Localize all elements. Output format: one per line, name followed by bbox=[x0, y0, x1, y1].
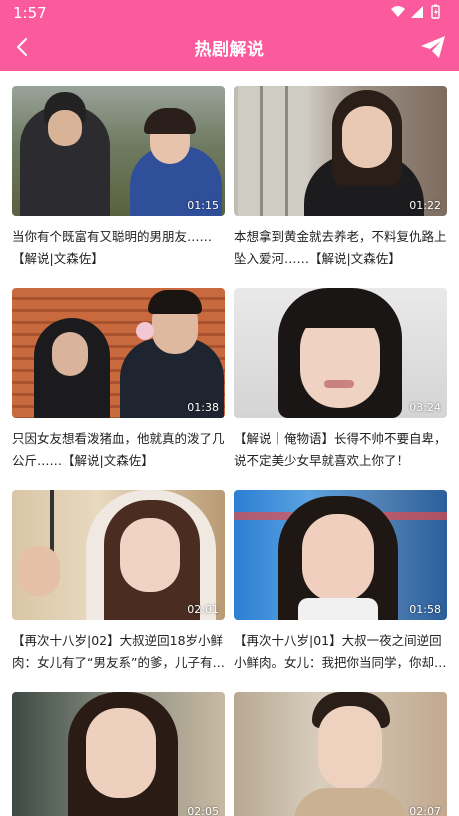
video-thumbnail[interactable]: 01:15 bbox=[12, 86, 225, 216]
video-title[interactable]: 本想拿到黄金就去养老，不料复仇路上坠入爱河……【解说|文森佐】 bbox=[234, 226, 447, 270]
video-card[interactable]: 03:24 【解说｜俺物语】长得不帅不要自卑，说不定美少女早就喜欢上你了！ bbox=[234, 288, 447, 472]
nav-bar: 热剧解说 bbox=[0, 24, 459, 71]
video-duration: 01:15 bbox=[187, 199, 219, 212]
video-title[interactable]: 【解说｜俺物语】长得不帅不要自卑，说不定美少女早就喜欢上你了！ bbox=[234, 428, 447, 472]
wifi-icon bbox=[391, 6, 405, 17]
video-title[interactable]: 【再次十八岁|01】大叔一夜之间逆回小鲜肉。女儿：我把你当同学，你却… bbox=[234, 630, 447, 674]
video-duration: 02:05 bbox=[187, 805, 219, 816]
status-bar: 1:57 bbox=[0, 0, 459, 24]
video-title[interactable]: 只因女友想看泼猪血，他就真的泼了几公斤……【解说|文森佐】 bbox=[12, 428, 225, 472]
video-thumbnail[interactable]: 02:01 bbox=[12, 490, 225, 620]
status-icons bbox=[391, 4, 440, 19]
video-thumbnail[interactable]: 01:38 bbox=[12, 288, 225, 418]
video-card[interactable]: 01:58 【再次十八岁|01】大叔一夜之间逆回小鲜肉。女儿：我把你当同学，你却… bbox=[234, 490, 447, 674]
signal-icon bbox=[411, 6, 423, 18]
app-header: 1:57 热剧解说 bbox=[0, 0, 459, 71]
video-duration: 02:01 bbox=[187, 603, 219, 616]
video-duration: 03:24 bbox=[409, 401, 441, 414]
video-duration: 01:22 bbox=[409, 199, 441, 212]
video-card[interactable]: 02:05 bbox=[12, 692, 225, 816]
video-duration: 01:58 bbox=[409, 603, 441, 616]
status-time: 1:57 bbox=[13, 4, 47, 22]
video-duration: 02:07 bbox=[409, 805, 441, 816]
video-duration: 01:38 bbox=[187, 401, 219, 414]
video-thumbnail[interactable]: 02:07 bbox=[234, 692, 447, 816]
video-thumbnail[interactable]: 02:05 bbox=[12, 692, 225, 816]
video-thumbnail[interactable]: 03:24 bbox=[234, 288, 447, 418]
video-card[interactable]: 02:01 【再次十八岁|02】大叔逆回18岁小鲜肉：女儿有了“男友系”的爹，儿… bbox=[12, 490, 225, 674]
video-card[interactable]: 01:15 当你有个既富有又聪明的男朋友……【解说|文森佐】 bbox=[12, 86, 225, 270]
video-thumbnail[interactable]: 01:22 bbox=[234, 86, 447, 216]
video-card[interactable]: 01:22 本想拿到黄金就去养老，不料复仇路上坠入爱河……【解说|文森佐】 bbox=[234, 86, 447, 270]
page-title: 热剧解说 bbox=[194, 40, 265, 60]
video-card[interactable]: 01:38 只因女友想看泼猪血，他就真的泼了几公斤……【解说|文森佐】 bbox=[12, 288, 225, 472]
video-title[interactable]: 当你有个既富有又聪明的男朋友……【解说|文森佐】 bbox=[12, 226, 225, 270]
paper-plane-icon[interactable] bbox=[419, 33, 447, 61]
video-thumbnail[interactable]: 01:58 bbox=[234, 490, 447, 620]
video-title[interactable]: 【再次十八岁|02】大叔逆回18岁小鲜肉：女儿有了“男友系”的爹，儿子有… bbox=[12, 630, 225, 674]
video-card[interactable]: 02:07 bbox=[234, 692, 447, 816]
